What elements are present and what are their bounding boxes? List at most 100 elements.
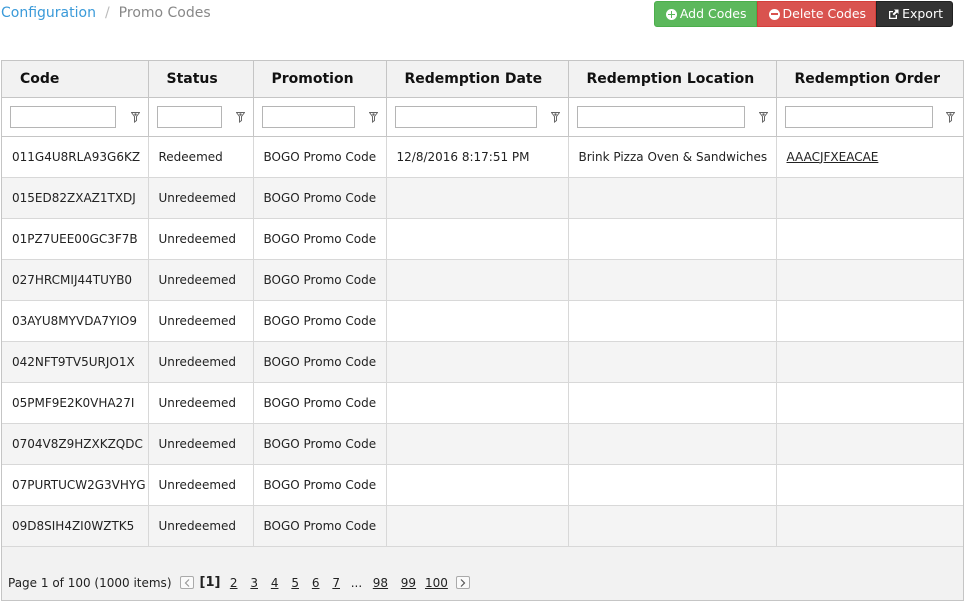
prev-page-button[interactable] [179,576,194,589]
pager-current-page: [1] [199,575,221,590]
delete-codes-button[interactable]: Delete Codes [756,1,877,27]
filter-row [2,97,963,137]
breadcrumb-configuration-link[interactable]: Configuration [1,5,96,21]
add-codes-button[interactable]: Add Codes [653,1,757,27]
cell-redemption-date [386,218,569,260]
cell-status: Redeemed [148,136,254,178]
next-page-button[interactable] [456,576,471,589]
cell-redemption-location [568,341,777,383]
cell-redemption-location [568,259,777,301]
filter-input-redemption-date[interactable] [394,105,537,128]
header-row: Code Status Promotion Redemption Date Re… [2,61,963,98]
filter-icon[interactable] [945,111,956,123]
cell-redemption-date [386,300,569,342]
cell-code: 011G4U8RLA93G6KZ [2,136,149,178]
cell-status: Unredeemed [148,423,254,465]
column-header-redemption-location[interactable]: Redemption Location [568,61,777,98]
chevron-right-icon [461,578,466,587]
pager-page-link[interactable]: 6 [305,576,326,590]
filter-cell-redemption-location [568,97,777,137]
breadcrumb-current: Promo Codes [118,5,211,21]
cell-redemption-date [386,259,569,301]
action-buttons: Add Codes Delete Codes Export [653,1,953,27]
cell-redemption-date [386,423,569,465]
pager-page-link[interactable]: 98 [366,576,394,590]
column-header-redemption-order[interactable]: Redemption Order [776,61,963,98]
minus-circle-icon [768,8,780,20]
cell-redemption-location [568,505,777,547]
cell-redemption-order [776,505,963,547]
filter-input-promotion[interactable] [261,105,355,128]
filter-cell-redemption-date [386,97,569,137]
table-row[interactable]: 011G4U8RLA93G6KZ Redeemed BOGO Promo Code 1… [2,136,963,178]
table-body: 011G4U8RLA93G6KZ Redeemed BOGO Promo Code 1… [2,136,963,547]
filter-cell-promotion [253,97,387,137]
column-header-status[interactable]: Status [148,61,254,98]
table-row[interactable]: 09D8SIH4ZI0WZTK5 Unredeemed BOGO Promo Cod… [2,505,963,547]
pager-page-link[interactable]: 3 [244,576,265,590]
table-row[interactable]: 01PZ7UEE00GC3F7B Unredeemed BOGO Promo Cod… [2,218,963,260]
cell-code: 09D8SIH4ZI0WZTK5 [2,505,149,547]
add-codes-label: Add Codes [679,6,747,21]
column-header-redemption-date[interactable]: Redemption Date [386,61,569,98]
cell-redemption-order [776,177,963,219]
filter-input-redemption-location[interactable] [576,105,745,128]
filter-icon[interactable] [550,111,560,123]
chevron-left-icon [184,578,189,587]
pager-page-link[interactable]: 7 [326,576,347,590]
cell-redemption-location [568,177,777,219]
pager-page-link[interactable]: 100 [422,576,450,590]
promo-codes-table: Code Status Promotion Redemption Date Re… [2,61,963,547]
cell-redemption-date [386,341,569,383]
cell-promotion: BOGO Promo Code [253,136,387,178]
filter-input-redemption-order[interactable] [784,105,933,128]
cell-promotion: BOGO Promo Code [253,341,387,383]
filter-cell-status [148,97,254,137]
table-row[interactable]: 042NFT9TV5URJO1X Unredeemed BOGO Promo Cod… [2,341,963,383]
breadcrumb-separator: / [104,5,110,21]
top-bar: Configuration / Promo Codes Add Codes Dele… [0,0,966,34]
pager-page-link[interactable]: 4 [264,576,285,590]
filter-input-status[interactable] [156,105,222,128]
pager-page-link[interactable]: 99 [394,576,422,590]
cell-redemption-order: AAACJFXEACAE [776,136,963,178]
table-row[interactable]: 0704V8Z9HZXKZQDC Unredeemed BOGO Promo Cod… [2,423,963,465]
cell-status: Unredeemed [148,464,254,506]
column-header-promotion[interactable]: Promotion [253,61,387,98]
filter-input-code[interactable] [10,105,116,128]
redemption-order-link[interactable]: AAACJFXEACAE [787,150,879,164]
pager-page-link[interactable]: 5 [285,576,306,590]
cell-promotion: BOGO Promo Code [253,505,387,547]
cell-code: 027HRCMIJ44TUYB0 [2,259,149,301]
cell-redemption-location [568,218,777,260]
table-row[interactable]: 07PURTUCW2G3VHYG Unredeemed BOGO Promo Cod… [2,464,963,506]
pager-info: Page 1 of 100 (1000 items) [8,575,172,590]
cell-redemption-order [776,300,963,342]
cell-code: 07PURTUCW2G3VHYG [2,464,149,506]
cell-redemption-location [568,423,777,465]
export-button[interactable]: Export [876,1,953,27]
cell-code: 042NFT9TV5URJO1X [2,341,149,383]
table-row[interactable]: 05PMF9E2K0VHA27I Unredeemed BOGO Promo Cod… [2,382,963,424]
cell-status: Unredeemed [148,218,254,260]
plus-circle-icon [665,8,677,20]
cell-redemption-date [386,505,569,547]
table-row[interactable]: 015ED82ZXAZ1TXDJ Unredeemed BOGO Promo Cod… [2,177,963,219]
table-row[interactable]: 03AYU8MYVDA7YIO9 Unredeemed BOGO Promo Cod… [2,300,963,342]
cell-promotion: BOGO Promo Code [253,218,387,260]
cell-redemption-order [776,382,963,424]
filter-icon[interactable] [758,111,768,123]
cell-redemption-order [776,341,963,383]
cell-status: Unredeemed [148,177,254,219]
cell-redemption-order [776,423,963,465]
cell-code: 0704V8Z9HZXKZQDC [2,423,149,465]
filter-icon[interactable] [130,111,140,123]
cell-redemption-location [568,464,777,506]
pager-page-link[interactable]: 2 [223,576,244,590]
filter-icon[interactable] [368,111,378,123]
cell-promotion: BOGO Promo Code [253,300,387,342]
filter-icon[interactable] [235,111,245,123]
table-row[interactable]: 027HRCMIJ44TUYB0 Unredeemed BOGO Promo Cod… [2,259,963,301]
breadcrumb: Configuration / Promo Codes [1,5,211,21]
column-header-code[interactable]: Code [2,61,149,98]
